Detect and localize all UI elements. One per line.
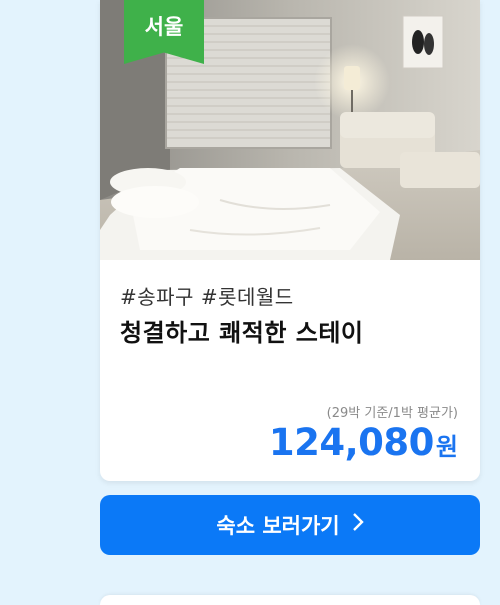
price-amount: 124,080: [268, 421, 435, 464]
location-tags: #송파구 #롯데월드: [120, 285, 294, 309]
listing-card[interactable]: 서울 #송파구 #롯데월드 청결하고 쾌적한 스테이 (29박 기준/1박 평균…: [100, 0, 480, 481]
price-note: (29박 기준/1박 평균가): [326, 406, 458, 421]
view-stay-button[interactable]: 숙소 보러가기: [100, 495, 480, 555]
chevron-right-icon: [352, 512, 364, 538]
room-photo[interactable]: 서울: [100, 0, 480, 260]
view-stay-label: 숙소 보러가기: [216, 514, 340, 538]
price: 124,080 원: [269, 421, 458, 464]
price-unit: 원: [435, 433, 458, 461]
listing-title: 청결하고 쾌적한 스테이: [120, 319, 364, 347]
